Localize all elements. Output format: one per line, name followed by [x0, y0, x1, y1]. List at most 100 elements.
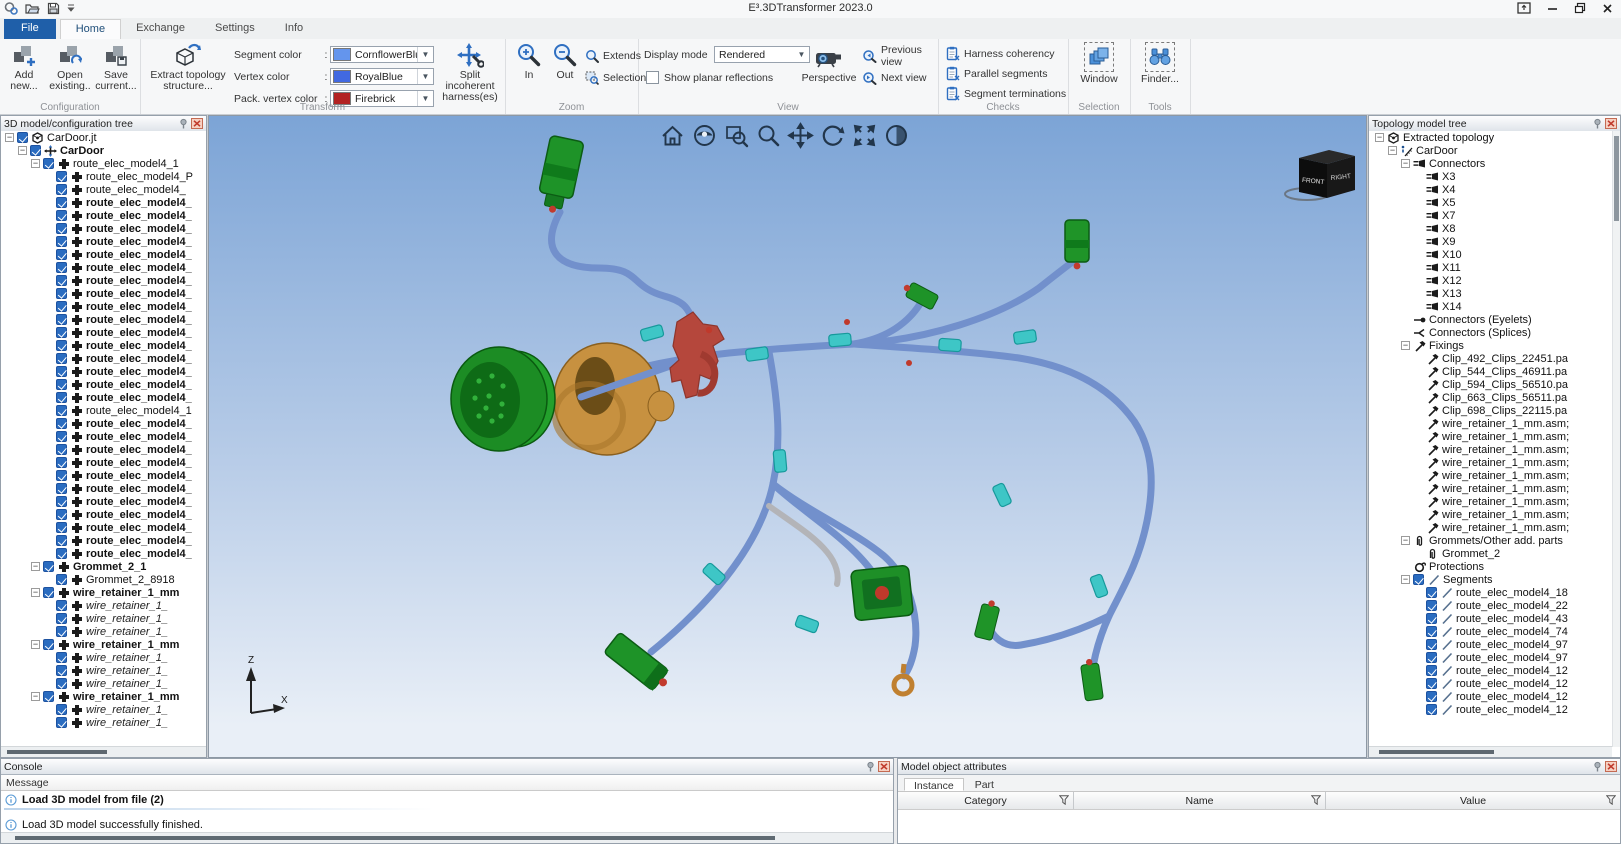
close-window-icon[interactable]	[1602, 3, 1613, 14]
tree-item[interactable]: route_elec_model4_74	[1369, 625, 1612, 638]
tree-item[interactable]: Connectors (Splices)	[1369, 326, 1612, 339]
close-panel-icon[interactable]	[1605, 761, 1617, 772]
tree-item[interactable]: X9	[1369, 235, 1612, 248]
checkbox[interactable]	[56, 197, 67, 208]
checkbox[interactable]	[56, 314, 67, 325]
add-new-button[interactable]: Add new...	[2, 42, 46, 92]
finder-button[interactable]: Finder...	[1133, 42, 1187, 85]
tree-item[interactable]: Clip_663_Clips_56511.pa	[1369, 391, 1612, 404]
tree-item[interactable]: Clip_492_Clips_22451.pa	[1369, 352, 1612, 365]
tree-item[interactable]: route_elec_model4_	[1, 300, 206, 313]
tree-item[interactable]: route_elec_model4_	[1, 339, 206, 352]
tree-item[interactable]: X12	[1369, 274, 1612, 287]
checkbox[interactable]	[56, 379, 67, 390]
checkbox[interactable]	[56, 275, 67, 286]
checkbox[interactable]	[56, 171, 67, 182]
save-current-button[interactable]: Save current...	[94, 42, 138, 92]
checkbox[interactable]	[30, 145, 41, 156]
checkbox[interactable]	[1426, 652, 1437, 663]
tree-item[interactable]: X3	[1369, 170, 1612, 183]
tree-item[interactable]: Grommet_2	[1369, 547, 1612, 560]
checkbox[interactable]	[1426, 691, 1437, 702]
zoom-out-button[interactable]: Out	[549, 42, 581, 81]
tree-item[interactable]: route_elec_model4_	[1, 443, 206, 456]
tree-item[interactable]: −Grommet_2_1	[1, 560, 206, 573]
tree-item[interactable]: wire_retainer_1_mm.asm;	[1369, 456, 1612, 469]
tree-item[interactable]: route_elec_model4_	[1, 391, 206, 404]
tree-item[interactable]: route_elec_model4_P	[1, 170, 206, 183]
pin-icon[interactable]	[1592, 118, 1603, 129]
tree-item[interactable]: −Fixings	[1369, 339, 1612, 352]
checkbox[interactable]	[56, 249, 67, 260]
tree-item[interactable]: −CarDoor.jt	[1, 131, 206, 144]
expander-icon[interactable]: −	[1388, 146, 1397, 155]
segment-color-caret-icon[interactable]: ▼	[417, 47, 433, 62]
checkbox[interactable]	[56, 678, 67, 689]
tree-item[interactable]: wire_retainer_1_	[1, 703, 206, 716]
tree-item[interactable]: X7	[1369, 209, 1612, 222]
view-orientation-icon[interactable]	[691, 122, 718, 149]
column-name[interactable]: Name	[1074, 792, 1326, 809]
split-incoherent-button[interactable]: Split incoherent harness(es)	[438, 42, 502, 103]
checkbox[interactable]	[56, 626, 67, 637]
tree-item[interactable]: Clip_698_Clips_22115.pa	[1369, 404, 1612, 417]
tree-item[interactable]: route_elec_model4_	[1, 183, 206, 196]
tree-item[interactable]: Clip_544_Clips_46911.pa	[1369, 365, 1612, 378]
tree-item[interactable]: route_elec_model4_	[1, 209, 206, 222]
checkbox[interactable]	[56, 600, 67, 611]
checkbox[interactable]	[43, 691, 54, 702]
checkbox[interactable]	[56, 392, 67, 403]
zoom-extends-button[interactable]: Extends	[585, 47, 641, 64]
checkbox[interactable]	[56, 210, 67, 221]
checkbox[interactable]	[43, 158, 54, 169]
segment-terminations-button[interactable]: Segment terminations	[946, 85, 1066, 102]
tree-item[interactable]: route_elec_model4_22	[1369, 599, 1612, 612]
tree-item[interactable]: wire_retainer_1_	[1, 651, 206, 664]
checkbox[interactable]	[1413, 574, 1424, 585]
segment-color-select[interactable]: CornflowerBlue ▼	[330, 46, 434, 63]
tree-item[interactable]: route_elec_model4_	[1, 196, 206, 209]
tree-item[interactable]: route_elec_model4_12	[1369, 703, 1612, 716]
tree-item[interactable]: route_elec_model4_	[1, 313, 206, 326]
tree-item[interactable]: X5	[1369, 196, 1612, 209]
planar-reflections-box[interactable]	[646, 71, 659, 84]
checkbox[interactable]	[56, 405, 67, 416]
fit-all-icon[interactable]	[851, 122, 878, 149]
tree-item[interactable]: route_elec_model4_	[1, 495, 206, 508]
filter-icon[interactable]	[1311, 795, 1321, 805]
checkbox[interactable]	[56, 457, 67, 468]
tree-item[interactable]: route_elec_model4_18	[1369, 586, 1612, 599]
console-hscrollbar[interactable]	[1, 832, 893, 843]
checkbox[interactable]	[43, 561, 54, 572]
tree-item[interactable]: Clip_594_Clips_56510.pa	[1369, 378, 1612, 391]
tree-item[interactable]: X14	[1369, 300, 1612, 313]
tree-item[interactable]: route_elec_model4_	[1, 547, 206, 560]
previous-view-button[interactable]: Previous view	[862, 47, 938, 64]
tree-item[interactable]: −wire_retainer_1_mm	[1, 586, 206, 599]
parallel-segments-button[interactable]: Parallel segments	[946, 65, 1047, 82]
checkbox[interactable]	[56, 535, 67, 546]
checkbox[interactable]	[56, 327, 67, 338]
checkbox[interactable]	[17, 132, 28, 143]
pin-icon[interactable]	[865, 761, 876, 772]
expander-icon[interactable]: −	[31, 562, 40, 571]
zoom-in-button[interactable]: In	[513, 42, 545, 81]
pin-icon[interactable]	[1592, 761, 1603, 772]
tree-item[interactable]: route_elec_model4_	[1, 352, 206, 365]
expander-icon[interactable]: −	[1401, 536, 1410, 545]
tree-item[interactable]: route_elec_model4_97	[1369, 638, 1612, 651]
checkbox[interactable]	[43, 587, 54, 598]
zoom-tool-icon[interactable]	[755, 122, 782, 149]
vertex-color-select[interactable]: RoyalBlue ▼	[330, 68, 434, 85]
tree-item[interactable]: route_elec_model4_	[1, 417, 206, 430]
checkbox[interactable]	[1426, 665, 1437, 676]
tree-item[interactable]: −wire_retainer_1_mm	[1, 638, 206, 651]
tree-item[interactable]: X13	[1369, 287, 1612, 300]
tree-item[interactable]: wire_retainer_1_	[1, 612, 206, 625]
restore-icon[interactable]	[1574, 2, 1586, 14]
tree-item[interactable]: −Grommets/Other add. parts	[1369, 534, 1612, 547]
display-mode-select[interactable]: Rendered ▼	[714, 46, 810, 63]
tree-item[interactable]: route_elec_model4_	[1, 326, 206, 339]
tree-item[interactable]: route_elec_model4_	[1, 456, 206, 469]
tree-item[interactable]: Protections	[1369, 560, 1612, 573]
